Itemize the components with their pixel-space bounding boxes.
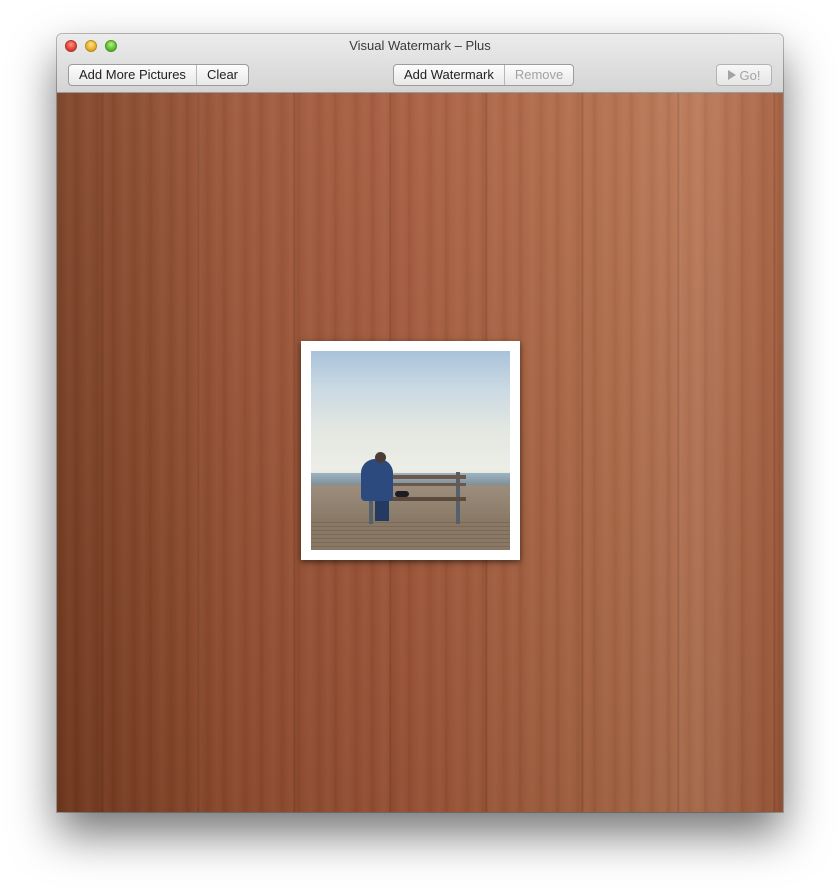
app-window: Visual Watermark – Plus Add More Picture… [57,34,783,812]
photo-boardwalk [311,519,510,550]
go-button-label: Go! [739,67,761,83]
window-title: Visual Watermark – Plus [349,38,491,53]
add-more-pictures-button[interactable]: Add More Pictures [69,65,196,85]
photo-person-body [361,459,393,501]
photo-sand [311,485,510,519]
titlebar: Visual Watermark – Plus Add More Picture… [57,34,783,93]
add-watermark-button[interactable]: Add Watermark [394,65,504,85]
photo-person-head [375,452,386,463]
pictures-segmented-control: Add More Pictures Clear [68,64,250,86]
photo-thumbnail[interactable] [301,341,520,560]
wood-canvas[interactable] [57,93,783,812]
remove-button[interactable]: Remove [503,65,573,85]
photo-image [311,351,510,550]
clear-button[interactable]: Clear [195,65,248,85]
play-icon [727,70,736,80]
watermark-segmented-control: Add Watermark Remove [393,64,575,86]
photo-bag [395,491,409,497]
photo-person-legs [375,501,389,521]
go-button[interactable]: Go! [716,64,772,86]
